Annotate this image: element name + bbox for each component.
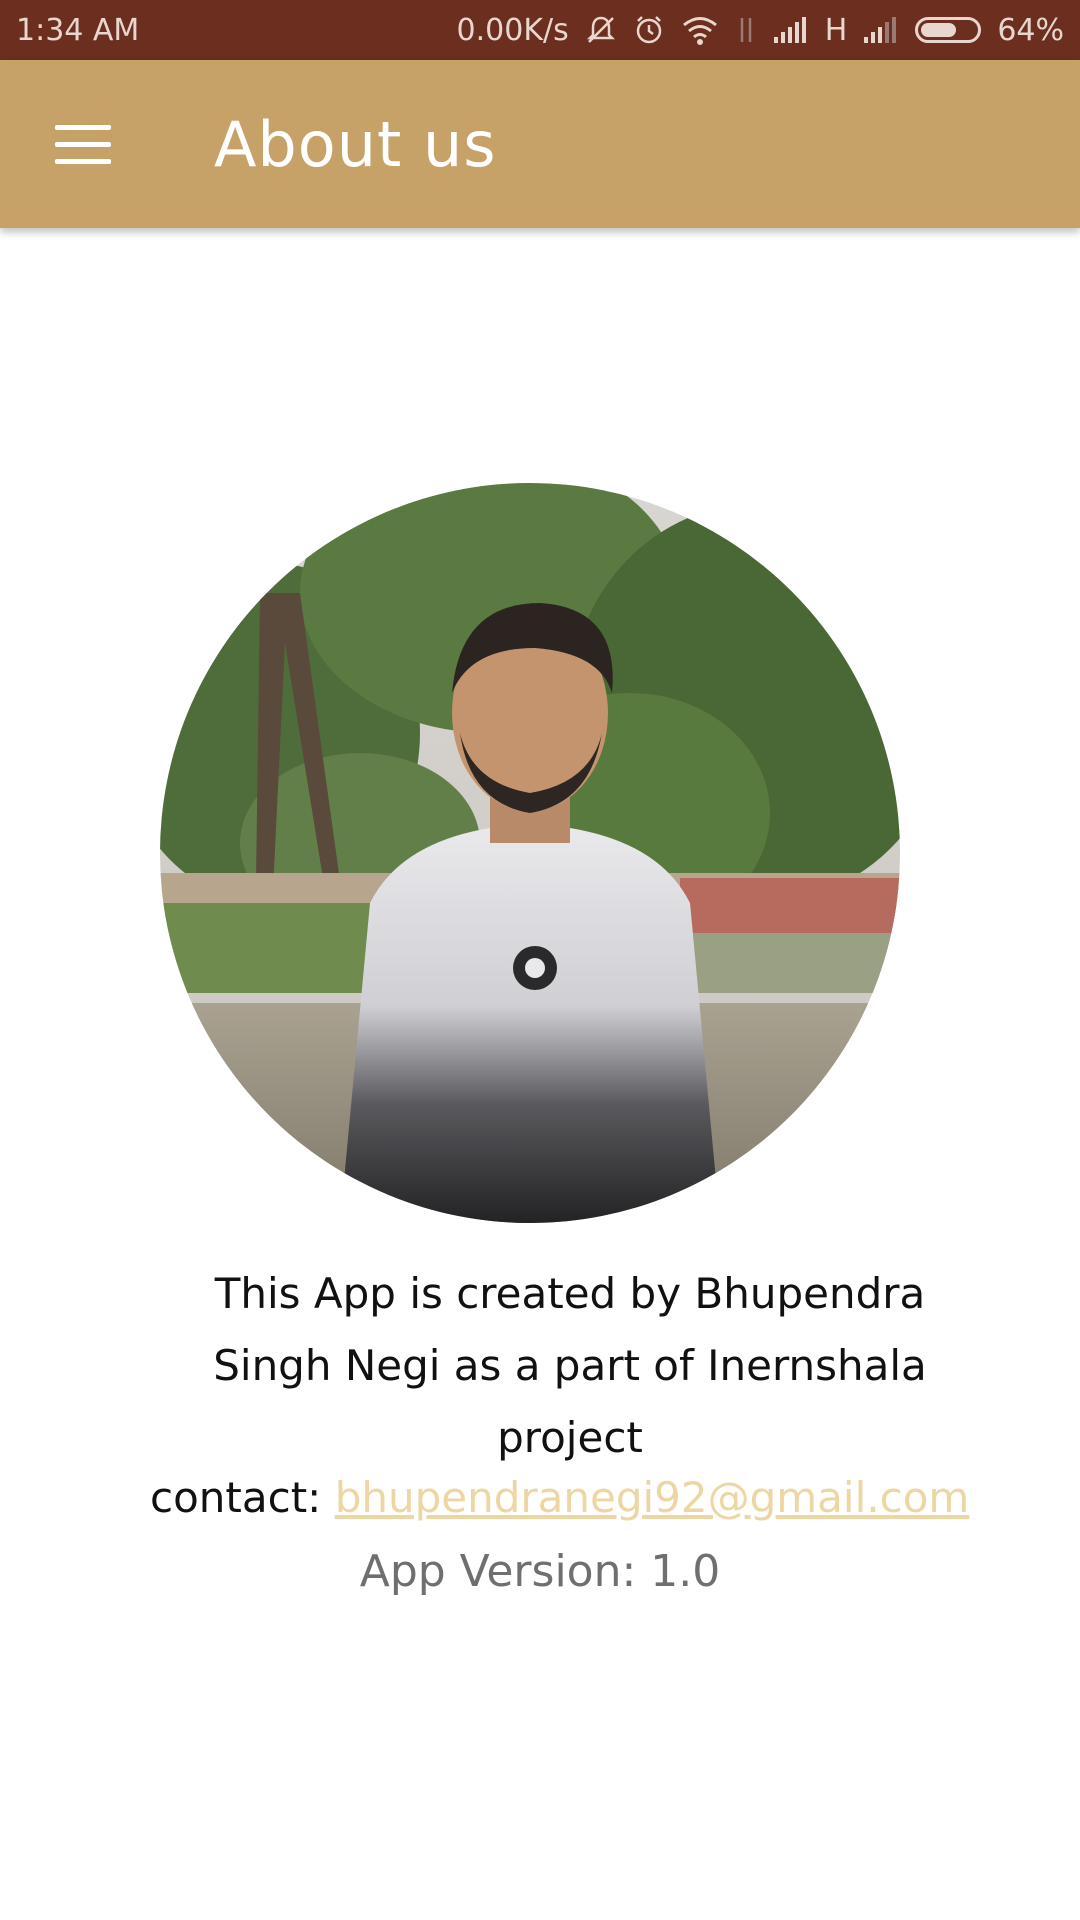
- wifi-icon: [681, 14, 719, 46]
- status-right: 0.00K/s H 64%: [457, 13, 1064, 48]
- contact-label: contact:: [150, 1473, 322, 1522]
- profile-photo-illustration: [160, 483, 900, 1223]
- signal-icon: [773, 15, 809, 45]
- about-description: This App is created by Bhupendra Singh N…: [213, 1269, 927, 1462]
- menu-line: [55, 124, 111, 130]
- mute-icon: [585, 14, 617, 46]
- status-left: 1:34 AM: [16, 13, 139, 48]
- status-bar: 1:34 AM 0.00K/s H 64%: [0, 0, 1080, 60]
- status-time: 1:34 AM: [16, 12, 140, 48]
- app-version: App Version: 1.0: [359, 1546, 721, 1597]
- app-bar: About us: [0, 60, 1080, 228]
- menu-line: [55, 158, 111, 164]
- contact-line: contact: bhupendranegi92@gmail.com: [150, 1473, 969, 1522]
- hamburger-menu-icon[interactable]: [38, 99, 128, 189]
- alarm-icon: [633, 14, 665, 46]
- battery-level: [921, 23, 957, 37]
- menu-line: [55, 141, 111, 147]
- signal-icon-2: [863, 15, 899, 45]
- contact-email-link[interactable]: bhupendranegi92@gmail.com: [335, 1473, 970, 1522]
- network-speed: 0.00K/s: [456, 12, 569, 48]
- network-type: H: [824, 12, 848, 48]
- page-title: About us: [214, 107, 497, 181]
- battery-icon: [915, 17, 982, 43]
- profile-photo: [160, 483, 900, 1223]
- data-transfer-icon: [735, 14, 757, 46]
- battery-percent: 64%: [997, 12, 1064, 48]
